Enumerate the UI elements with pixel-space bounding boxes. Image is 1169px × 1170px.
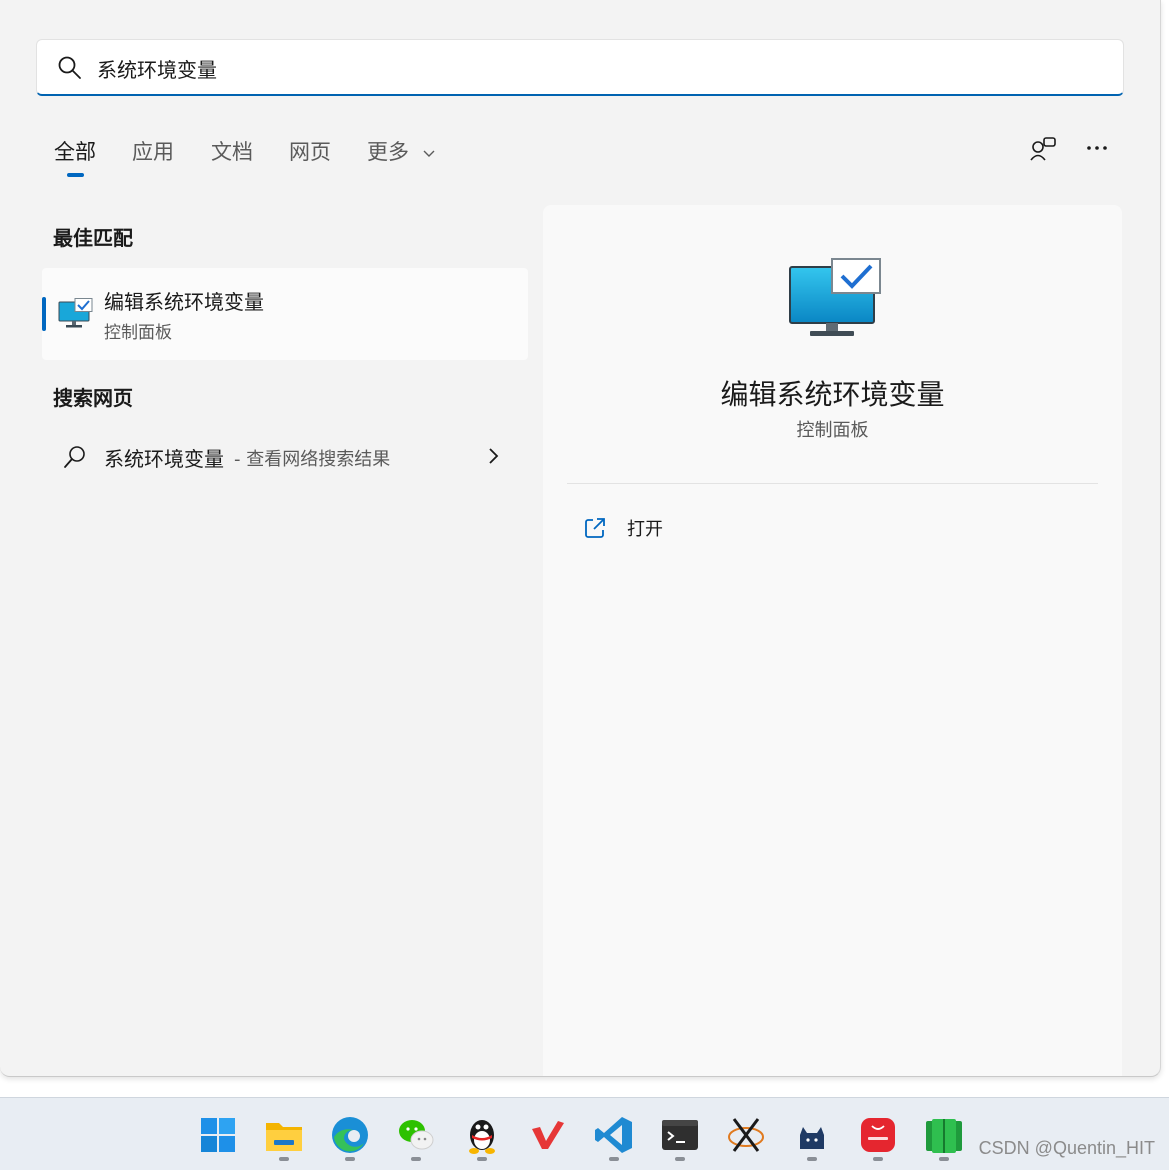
running-indicator [807, 1157, 817, 1161]
web-search-query: 系统环境变量 [104, 447, 224, 471]
system-properties-monitor-icon [58, 298, 93, 328]
running-indicator [477, 1157, 487, 1161]
wps-icon [532, 1121, 564, 1149]
running-indicator [411, 1157, 421, 1161]
tab-documents-label: 文档 [211, 140, 253, 164]
detail-subtitle: 控制面板 [796, 420, 869, 441]
open-action-label: 打开 [627, 519, 663, 540]
tab-all[interactable]: 全部 [54, 136, 96, 177]
huawei-appgallery-icon [861, 1118, 895, 1152]
running-indicator [939, 1157, 949, 1161]
cat-icon [800, 1127, 824, 1149]
running-indicator [345, 1157, 355, 1161]
file-explorer-taskbar-item[interactable] [262, 1113, 306, 1163]
web-search-result[interactable]: 系统环境变量 - 查看网络搜索结果 [42, 430, 528, 482]
vscode-icon [595, 1117, 632, 1153]
detail-divider [567, 483, 1098, 484]
edge-browser-icon [332, 1117, 368, 1153]
more-options-icon[interactable] [1080, 133, 1114, 167]
search-web-heading: 搜索网页 [53, 386, 133, 410]
open-action[interactable]: 打开 [583, 510, 783, 544]
huawei-appgallery-taskbar-item[interactable] [856, 1113, 900, 1163]
search-icon [64, 446, 85, 468]
windows-start-icon [201, 1118, 235, 1152]
open-external-icon [585, 518, 605, 538]
taskbar [0, 1097, 1169, 1170]
terminal-taskbar-item[interactable] [658, 1113, 702, 1163]
best-match-subtitle: 控制面板 [104, 323, 172, 343]
tab-apps[interactable]: 应用 [132, 136, 174, 166]
running-indicator [609, 1157, 619, 1161]
running-indicator [873, 1157, 883, 1161]
search-input[interactable]: 系统环境变量 [97, 54, 217, 83]
running-indicator [279, 1157, 289, 1161]
folder-icon [266, 1123, 302, 1151]
search-panel: 系统环境变量 全部 应用 文档 网页 更多 最佳匹配 编辑系统环境变量 控制面板… [0, 0, 1161, 1077]
tab-apps-label: 应用 [132, 140, 174, 164]
wechat-icon [399, 1120, 434, 1150]
running-indicator [675, 1157, 685, 1161]
web-search-hint: - 查看网络搜索结果 [234, 449, 391, 470]
tab-more-label: 更多 [367, 140, 409, 164]
watermark: CSDN @Quentin_HIT [978, 1138, 1155, 1158]
start-button[interactable] [196, 1113, 240, 1163]
chevron-down-icon [423, 150, 435, 157]
best-match-result[interactable]: 编辑系统环境变量 控制面板 [42, 268, 528, 360]
tab-documents[interactable]: 文档 [211, 136, 253, 166]
green-app-taskbar-item[interactable] [922, 1113, 966, 1163]
search-icon [58, 56, 81, 79]
github-desktop-taskbar-item[interactable] [790, 1113, 834, 1163]
system-properties-monitor-icon [789, 258, 881, 336]
detail-pane: 编辑系统环境变量 控制面板 打开 [543, 205, 1122, 1076]
selection-accent [42, 297, 46, 331]
best-match-heading: 最佳匹配 [53, 226, 133, 250]
qq-penguin-icon [469, 1120, 495, 1154]
xmind-taskbar-item[interactable] [724, 1113, 768, 1163]
tab-web[interactable]: 网页 [289, 136, 331, 166]
chevron-right-icon[interactable] [484, 444, 504, 468]
tab-more[interactable]: 更多 [367, 136, 436, 166]
qq-taskbar-item[interactable] [460, 1113, 504, 1163]
edge-taskbar-item[interactable] [328, 1113, 372, 1163]
search-box[interactable]: 系统环境变量 [36, 39, 1124, 96]
wechat-taskbar-item[interactable] [394, 1113, 438, 1163]
tab-all-label: 全部 [54, 140, 96, 164]
account-switch-icon[interactable] [1027, 133, 1061, 167]
green-book-icon [926, 1119, 962, 1153]
wps-taskbar-item[interactable] [526, 1113, 570, 1163]
xmind-icon [728, 1118, 764, 1152]
detail-title: 编辑系统环境变量 [720, 378, 945, 411]
tab-web-label: 网页 [289, 140, 331, 164]
best-match-title: 编辑系统环境变量 [104, 290, 264, 314]
terminal-icon [662, 1120, 698, 1150]
vscode-taskbar-item[interactable] [592, 1113, 636, 1163]
active-tab-indicator [67, 173, 84, 177]
